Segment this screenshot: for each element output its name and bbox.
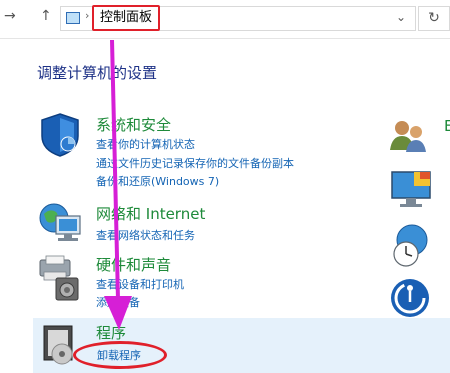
user-accounts-icon bbox=[390, 121, 426, 152]
right-category-partial-label[interactable]: E bbox=[444, 117, 450, 135]
clock-globe-icon bbox=[393, 224, 428, 267]
link-file-history[interactable]: 通过文件历史记录保存你的文件备份副本 bbox=[96, 155, 294, 171]
programs-disc-icon bbox=[43, 325, 73, 365]
link-add-device[interactable]: 添加设备 bbox=[96, 294, 140, 310]
appearance-monitor-icon bbox=[391, 171, 431, 207]
category-programs[interactable]: 程序 bbox=[96, 322, 126, 343]
up-arrow-icon[interactable]: ↑ bbox=[40, 8, 52, 24]
link-view-computer-status[interactable]: 查看你的计算机状态 bbox=[96, 136, 195, 152]
ease-of-access-icon bbox=[391, 279, 429, 317]
address-bar: → ↑ › 控制面板 ⌄ ↻ bbox=[0, 0, 450, 39]
forward-arrow-icon[interactable]: → bbox=[4, 8, 16, 24]
annotation-circle bbox=[73, 341, 167, 369]
category-system-security[interactable]: 系统和安全 bbox=[96, 114, 171, 135]
category-network-internet[interactable]: 网络和 Internet bbox=[96, 203, 205, 224]
refresh-button[interactable]: ↻ bbox=[418, 6, 450, 31]
link-backup-restore[interactable]: 备份和还原(Windows 7) bbox=[96, 173, 219, 189]
page-title: 调整计算机的设置 bbox=[37, 64, 158, 82]
category-hardware-sound[interactable]: 硬件和声音 bbox=[96, 254, 171, 275]
shield-icon bbox=[41, 113, 79, 157]
control-panel-icon bbox=[66, 12, 80, 24]
link-devices-printers[interactable]: 查看设备和打印机 bbox=[96, 276, 184, 292]
chevron-down-icon[interactable]: ⌄ bbox=[396, 10, 406, 24]
printer-speaker-icon bbox=[39, 255, 79, 301]
breadcrumb-separator: › bbox=[85, 9, 90, 22]
breadcrumb-control-panel[interactable]: 控制面板 bbox=[92, 5, 160, 31]
link-network-status[interactable]: 查看网络状态和任务 bbox=[96, 227, 195, 243]
network-globe-icon bbox=[39, 203, 81, 241]
